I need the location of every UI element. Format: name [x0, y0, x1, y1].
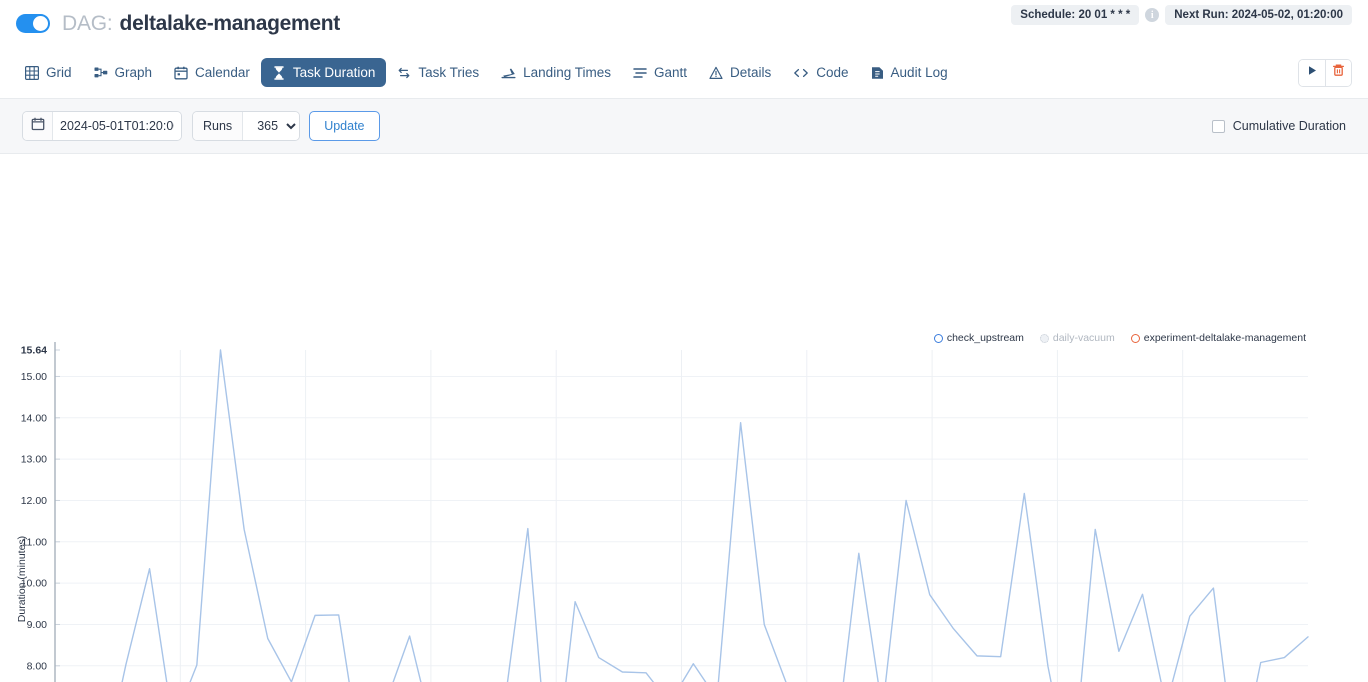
tab-label: Code: [816, 65, 848, 80]
chart-ytick-label: 14.00: [21, 412, 47, 424]
runs-select[interactable]: 52550100365: [243, 112, 299, 140]
runs-label: Runs: [193, 112, 243, 140]
tab-details[interactable]: Details: [698, 58, 782, 87]
tab-label: Landing Times: [523, 65, 611, 80]
update-button[interactable]: Update: [309, 111, 379, 141]
datetime-input[interactable]: [53, 112, 181, 140]
calendar-picker-button[interactable]: [23, 112, 53, 140]
tab-gantt[interactable]: Gantt: [622, 58, 698, 87]
page-header: DAG: deltalake-management Schedule: 20 0…: [0, 0, 1368, 47]
tab-label: Graph: [115, 65, 153, 80]
chart-ytick-label: 12.00: [21, 495, 47, 507]
chart-y-axis-title: Duration (minutes): [16, 536, 28, 622]
cumulative-duration-toggle[interactable]: Cumulative Duration: [1212, 119, 1346, 133]
tab-calendar[interactable]: Calendar: [163, 58, 261, 87]
code-brackets-icon: [793, 66, 809, 80]
tab-task-duration[interactable]: Task Duration: [261, 58, 387, 87]
cumulative-duration-label: Cumulative Duration: [1233, 119, 1346, 133]
calendar-icon: [31, 117, 45, 136]
delete-dag-button[interactable]: [1325, 60, 1351, 86]
warning-triangle-icon: [709, 66, 723, 80]
tab-label: Task Duration: [293, 65, 376, 80]
grid-icon: [25, 66, 39, 80]
trash-icon: [1332, 63, 1345, 82]
tab-graph[interactable]: Graph: [83, 58, 164, 87]
tab-label: Details: [730, 65, 771, 80]
tab-label: Audit Log: [891, 65, 948, 80]
dag-label: DAG:: [62, 12, 113, 36]
tab-grid[interactable]: Grid: [14, 58, 83, 87]
tab-audit-log[interactable]: Audit Log: [860, 58, 959, 87]
chart-ytick-label: 15.00: [21, 371, 47, 383]
next-run-badge: Next Run: 2024-05-02, 01:20:00: [1165, 5, 1352, 25]
play-icon: [1306, 64, 1319, 82]
dag-pause-toggle[interactable]: [16, 14, 50, 33]
calendar-icon: [174, 66, 188, 80]
cumulative-duration-checkbox[interactable]: [1212, 120, 1225, 133]
tab-task-tries[interactable]: Task Tries: [386, 58, 490, 87]
chart-ytick-label: 13.00: [21, 454, 47, 466]
tab-label: Calendar: [195, 65, 250, 80]
runs-filter: Runs 52550100365: [192, 111, 300, 141]
hourglass-icon: [272, 66, 286, 80]
chart-ytick-label: 8.00: [27, 660, 48, 672]
dag-action-buttons: [1298, 59, 1352, 87]
chart-ytick-label: 9.00: [27, 619, 48, 631]
info-icon[interactable]: i: [1145, 8, 1159, 22]
trigger-dag-button[interactable]: [1299, 60, 1325, 86]
retry-icon: [397, 66, 411, 80]
document-icon: [871, 66, 884, 80]
tab-landing-times[interactable]: Landing Times: [490, 58, 622, 87]
chart-plot-area: 15.6415.0014.0013.0012.0011.0010.009.008…: [0, 154, 1368, 682]
page-title: deltalake-management: [120, 12, 340, 36]
landing-icon: [501, 66, 516, 80]
task-duration-chart: check_upstream daily-vacuum experiment-d…: [0, 154, 1368, 682]
datetime-filter: [22, 111, 182, 141]
graph-icon: [94, 66, 108, 80]
chart-ytick-label: 15.64: [21, 345, 47, 357]
tab-label: Task Tries: [418, 65, 479, 80]
dag-tabbar: Grid Graph Calendar Task Duration Task T…: [0, 47, 1368, 99]
gantt-icon: [633, 66, 647, 80]
schedule-badge: Schedule: 20 01 * * *: [1011, 5, 1139, 25]
header-badges: Schedule: 20 01 * * * i Next Run: 2024-0…: [1011, 5, 1352, 25]
tab-label: Gantt: [654, 65, 687, 80]
tab-code[interactable]: Code: [782, 58, 859, 87]
chart-filter-bar: Runs 52550100365 Update Cumulative Durat…: [0, 99, 1368, 154]
tab-label: Grid: [46, 65, 72, 80]
